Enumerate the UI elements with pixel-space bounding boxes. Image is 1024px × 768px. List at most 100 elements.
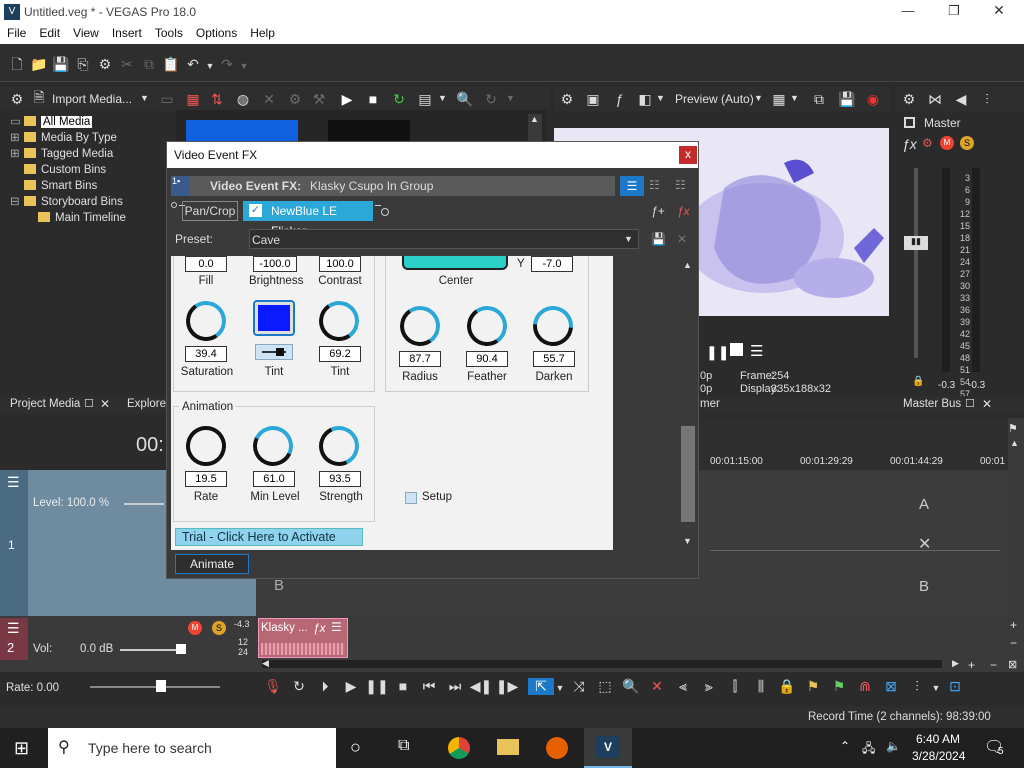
windows-start-icon[interactable]: ⊞ xyxy=(14,738,29,759)
copy-icon[interactable]: ⧉ xyxy=(138,53,160,75)
remove-icon[interactable]: ✕ xyxy=(258,88,280,110)
auto-preview-icon[interactable]: ↻ xyxy=(388,88,410,110)
timeline-scrollbar[interactable] xyxy=(262,660,942,668)
tab-project-media[interactable]: Project Media xyxy=(10,398,80,410)
dialog-close-button[interactable]: x xyxy=(679,146,697,164)
web-media-icon[interactable]: ◍ xyxy=(232,88,254,110)
firefox-icon[interactable] xyxy=(546,737,568,759)
transition-x-icon[interactable]: ✕ xyxy=(918,534,931,554)
tint-color-swatch[interactable] xyxy=(253,300,295,336)
save-preset-icon[interactable]: 💾 xyxy=(651,232,666,246)
remove-fx-icon[interactable]: ƒx xyxy=(677,204,690,218)
scroll-up-icon[interactable]: ▲ xyxy=(530,114,539,124)
zoom-out-icon[interactable]: − xyxy=(1010,636,1017,650)
get-media-icon[interactable]: ▦ xyxy=(182,88,204,110)
views-dropdown-icon[interactable]: ▼ xyxy=(438,93,447,103)
setup-checkbox[interactable] xyxy=(405,492,417,504)
preview-quality[interactable]: Preview (Auto) xyxy=(675,92,754,106)
menu-view[interactable]: View xyxy=(66,24,105,40)
split-screen-icon[interactable]: ◧ xyxy=(634,88,656,110)
speaker-icon[interactable]: ◀ xyxy=(950,88,972,110)
vol-slider[interactable] xyxy=(120,649,180,651)
media-settings-icon[interactable]: ⚙ xyxy=(6,88,28,110)
ripple-icon[interactable]: ⫼ xyxy=(748,678,774,695)
pause-icon[interactable]: ❚❚ xyxy=(706,344,729,361)
import-dropdown-icon[interactable]: ▼ xyxy=(140,93,149,103)
audio-track-header[interactable]: ☰ 2 Vol: 0.0 dB M S -4.3 12 24 xyxy=(0,618,256,660)
selection-tool-icon[interactable]: ⬚ xyxy=(592,678,618,695)
redo-dropdown-icon[interactable]: ▼ xyxy=(238,55,250,77)
view-tiles-icon[interactable]: ☷ xyxy=(675,178,686,192)
tree-item-custom-bins[interactable]: Custom Bins xyxy=(10,162,126,178)
render-icon[interactable]: ⎘ xyxy=(72,53,94,75)
snapping-icon[interactable]: ⋒ xyxy=(852,678,878,695)
clip-menu-icon[interactable]: ☰ xyxy=(331,620,342,634)
split-dropdown-icon[interactable]: ▼ xyxy=(656,93,665,103)
media-fx-icon[interactable]: ⇅ xyxy=(206,88,228,110)
menu-insert[interactable]: Insert xyxy=(105,24,148,40)
taskbar-search[interactable]: ⚲ Type here to search xyxy=(48,728,336,768)
effect-enabled-checkbox[interactable]: ✓ xyxy=(249,204,262,217)
menu-options[interactable]: Options xyxy=(189,24,243,40)
record-icon[interactable]: 🎙 xyxy=(260,678,286,695)
menu-file[interactable]: File xyxy=(0,24,32,40)
timeline-scroll-up-icon[interactable]: ▲ xyxy=(1010,438,1019,448)
menu-tools[interactable]: Tools xyxy=(148,24,189,40)
delete-icon[interactable]: ✕ xyxy=(644,678,670,695)
radius-value[interactable]: 87.7 xyxy=(399,351,441,367)
media-properties-icon[interactable]: ⚙ xyxy=(284,88,306,110)
master-tab-maximize-icon[interactable]: ☐ xyxy=(965,397,975,410)
device-icon[interactable]: ▣ xyxy=(582,88,604,110)
dialog-scrollbar[interactable]: ▲ ▼ xyxy=(679,256,697,550)
h-zoom-out-icon[interactable]: − xyxy=(990,658,997,672)
pan-crop-button[interactable]: Pan/Crop xyxy=(182,201,238,221)
play-from-start-icon[interactable]: ⏵ xyxy=(312,678,338,695)
refresh-icon[interactable]: ↻ xyxy=(480,88,502,110)
zoom-tool-icon[interactable]: 🔍 xyxy=(618,678,644,695)
record-icon[interactable]: ◉ xyxy=(862,88,884,110)
copy-snapshot-icon[interactable]: ⧉ xyxy=(808,88,830,110)
preview-settings-icon[interactable]: ⚙ xyxy=(556,88,578,110)
strength-value[interactable]: 93.5 xyxy=(319,471,361,487)
rate-value[interactable]: 19.5 xyxy=(185,471,227,487)
tab-mixer[interactable]: mer xyxy=(700,398,720,410)
feather-value[interactable]: 90.4 xyxy=(466,351,508,367)
tab-explorer[interactable]: Explorer xyxy=(127,398,170,410)
vol-slider-handle[interactable] xyxy=(176,644,186,654)
cortana-icon[interactable]: ○ xyxy=(350,737,361,758)
trim-end-icon[interactable]: ⫸ xyxy=(696,678,722,695)
video-fx-icon[interactable]: ƒ xyxy=(608,88,630,110)
audio-mute-icon[interactable]: M xyxy=(188,621,202,635)
quality-dropdown-icon[interactable]: ▼ xyxy=(754,93,763,103)
play-icon[interactable]: ▶ xyxy=(338,678,364,695)
trial-activate-button[interactable]: Trial - Click Here to Activate xyxy=(175,528,363,546)
master-fader-track[interactable] xyxy=(914,168,918,358)
auto-crossfade-icon[interactable]: ⊠ xyxy=(878,678,904,695)
dialog-scroll-down-icon[interactable]: ▼ xyxy=(683,536,692,546)
minimize-button[interactable]: — xyxy=(898,3,918,18)
go-to-start-icon[interactable]: ⏮ xyxy=(416,678,442,695)
effect-chip[interactable]: ✓ NewBlue LE Flicker xyxy=(243,201,373,238)
tree-item-media-by-type[interactable]: ⊞ Media By Type xyxy=(10,130,126,146)
refresh-dropdown-icon[interactable]: ▼ xyxy=(506,93,515,103)
prev-frame-icon[interactable]: ◀❚ xyxy=(468,678,494,695)
rate-slider-handle[interactable] xyxy=(156,680,166,692)
audio-solo-icon[interactable]: S xyxy=(212,621,226,635)
mute-icon[interactable]: M xyxy=(940,136,954,150)
ripple-dropdown-icon[interactable]: ▼ xyxy=(930,683,942,693)
import-media-button[interactable]: Import Media... xyxy=(52,92,132,106)
audio-track-menu-icon[interactable]: ☰ xyxy=(7,620,20,637)
clock-time[interactable]: 6:40 AM xyxy=(916,732,960,746)
rate-slider[interactable] xyxy=(90,686,220,688)
cut-icon[interactable]: ✂ xyxy=(116,53,138,75)
track-menu-icon[interactable]: ☰ xyxy=(7,474,20,491)
capture-icon[interactable]: ▭ xyxy=(156,88,178,110)
auto-ripple-icon[interactable]: ⫶ xyxy=(904,678,930,695)
overlays-icon[interactable]: ▦ xyxy=(768,88,790,110)
tab-close-icon[interactable]: ✕ xyxy=(100,397,110,411)
loop-icon[interactable]: ↻ xyxy=(286,678,312,695)
mixer-icon[interactable]: ⫶ xyxy=(976,88,998,110)
preview-menu-icon[interactable]: ☰ xyxy=(750,342,763,360)
split-icon[interactable]: ⫿ xyxy=(722,678,748,695)
view-list-icon[interactable]: ☰ xyxy=(620,176,644,196)
